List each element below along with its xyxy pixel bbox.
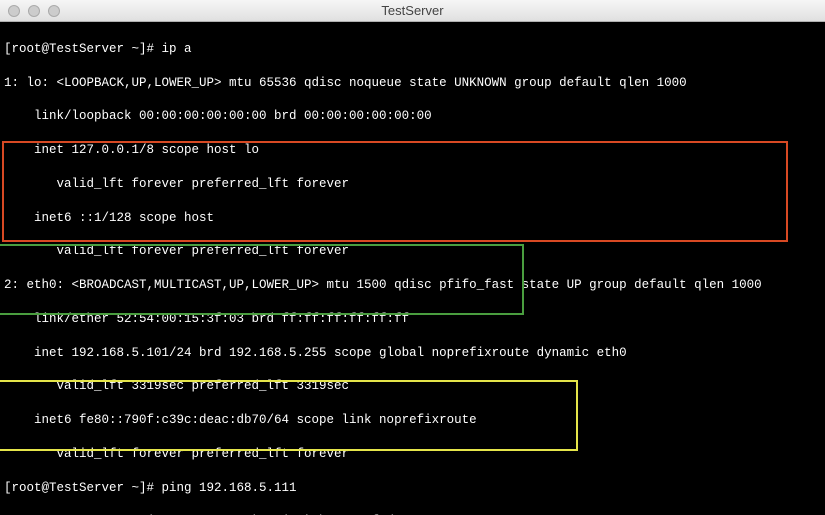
window-title: TestServer <box>381 2 443 20</box>
terminal-line: valid_lft forever preferred_lft forever <box>4 243 821 260</box>
traffic-lights <box>8 5 60 17</box>
terminal-line: inet 192.168.5.101/24 brd 192.168.5.255 … <box>4 345 821 362</box>
terminal-line: 1: lo: <LOOPBACK,UP,LOWER_UP> mtu 65536 … <box>4 75 821 92</box>
minimize-icon[interactable] <box>28 5 40 17</box>
terminal-line: link/ether 52:54:00:15:3f:03 brd ff:ff:f… <box>4 311 821 328</box>
window-titlebar: TestServer <box>0 0 825 22</box>
maximize-icon[interactable] <box>48 5 60 17</box>
close-icon[interactable] <box>8 5 20 17</box>
terminal-line: inet6 ::1/128 scope host <box>4 210 821 227</box>
terminal-line: link/loopback 00:00:00:00:00:00 brd 00:0… <box>4 108 821 125</box>
terminal-line: inet 127.0.0.1/8 scope host lo <box>4 142 821 159</box>
terminal-line: valid_lft forever preferred_lft forever <box>4 176 821 193</box>
terminal-line: 2: eth0: <BROADCAST,MULTICAST,UP,LOWER_U… <box>4 277 821 294</box>
terminal-line: valid_lft 3319sec preferred_lft 3319sec <box>4 378 821 395</box>
terminal-line: inet6 fe80::790f:c39c:deac:db70/64 scope… <box>4 412 821 429</box>
terminal-line: [root@TestServer ~]# ping 192.168.5.111 <box>4 480 821 497</box>
terminal-line: valid_lft forever preferred_lft forever <box>4 446 821 463</box>
terminal-line: [root@TestServer ~]# ip a <box>4 41 821 58</box>
terminal-output[interactable]: [root@TestServer ~]# ip a 1: lo: <LOOPBA… <box>0 22 825 515</box>
